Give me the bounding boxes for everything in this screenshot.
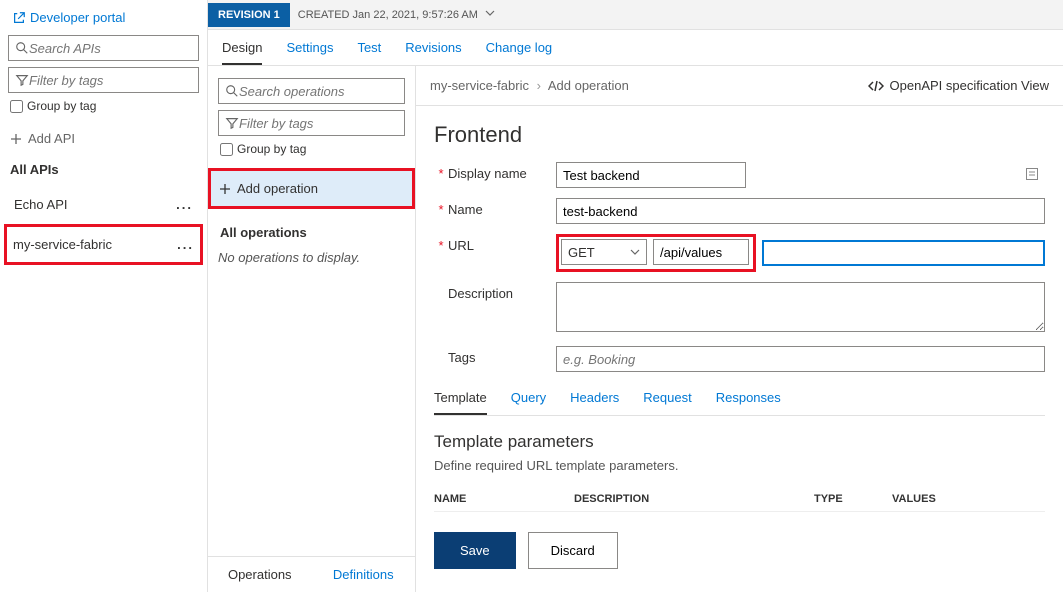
breadcrumb: my-service-fabric › Add operation [430, 78, 629, 93]
label-url: URL [448, 234, 556, 253]
revision-bar: REVISION 1 CREATED Jan 22, 2021, 9:57:26… [208, 0, 1063, 30]
openapi-spec-label: OpenAPI specification View [890, 78, 1049, 93]
col-type: TYPE [814, 493, 892, 505]
search-operations-input[interactable] [239, 84, 398, 99]
all-apis-header: All APIs [10, 162, 199, 177]
discard-button[interactable]: Discard [528, 532, 618, 569]
subtab-headers[interactable]: Headers [570, 382, 619, 415]
filter-ops-tags-box[interactable] [218, 110, 405, 136]
col-values: VALUES [892, 493, 970, 505]
add-operation-button[interactable]: Add operation [211, 171, 412, 206]
label-description: Description [448, 282, 556, 301]
tab-operations[interactable]: Operations [208, 557, 312, 592]
subtab-request[interactable]: Request [643, 382, 691, 415]
api-item-echo[interactable]: Echo API ... [8, 187, 199, 222]
tab-design[interactable]: Design [222, 40, 262, 65]
frontend-subtabs: Template Query Headers Request Responses [434, 382, 1045, 416]
search-icon [225, 84, 239, 98]
footer-buttons: Save Discard [434, 532, 1045, 569]
api-item-label: Echo API [14, 197, 67, 212]
openapi-spec-view[interactable]: OpenAPI specification View [868, 78, 1049, 93]
tags-input[interactable] [556, 346, 1045, 372]
plus-icon [10, 133, 22, 145]
search-operations-box[interactable] [218, 78, 405, 104]
more-icon[interactable]: ... [176, 197, 193, 212]
operations-bottom-tabs: Operations Definitions [208, 556, 415, 592]
group-by-tag-checkbox[interactable] [10, 100, 23, 113]
url-path-input-inner[interactable] [653, 239, 749, 265]
template-params-header-row: NAME DESCRIPTION TYPE VALUES [434, 487, 1045, 512]
operations-sidebar: Group by tag Add operation All operation… [208, 66, 416, 592]
main-panel: my-service-fabric › Add operation OpenAP… [416, 66, 1063, 592]
api-item-label: my-service-fabric [13, 237, 112, 252]
api-sidebar: Developer portal Group by tag Add API Al… [0, 0, 208, 592]
http-method-select[interactable]: GET [561, 239, 647, 265]
label-name: Name [448, 198, 556, 217]
tab-revisions[interactable]: Revisions [405, 40, 461, 65]
group-by-tag-row[interactable]: Group by tag [10, 99, 199, 113]
display-name-input[interactable] [556, 162, 746, 188]
url-highlight-box: GET [556, 234, 756, 272]
breadcrumb-current: Add operation [548, 78, 629, 93]
search-apis-box[interactable] [8, 35, 199, 61]
tab-changelog[interactable]: Change log [486, 40, 553, 65]
plus-icon [219, 183, 231, 195]
subtab-query[interactable]: Query [511, 382, 546, 415]
group-ops-by-tag-label: Group by tag [237, 142, 306, 156]
developer-portal-link[interactable]: Developer portal [12, 10, 125, 25]
no-operations-text: No operations to display. [218, 250, 405, 265]
url-path-input[interactable] [762, 240, 1045, 266]
revision-badge: REVISION 1 [208, 3, 290, 27]
tab-test[interactable]: Test [357, 40, 381, 65]
template-params-heading: Template parameters [434, 432, 1045, 452]
name-input[interactable] [556, 198, 1045, 224]
developer-portal-label: Developer portal [30, 10, 125, 25]
main-tabs: Design Settings Test Revisions Change lo… [208, 30, 1063, 66]
filter-icon [15, 73, 29, 87]
label-display-name: Display name [448, 162, 556, 181]
save-button[interactable]: Save [434, 532, 516, 569]
form-icon [1025, 167, 1039, 181]
subtab-responses[interactable]: Responses [716, 382, 781, 415]
revision-created: CREATED Jan 22, 2021, 9:57:26 AM [290, 8, 503, 21]
code-icon [868, 79, 884, 93]
subtab-template[interactable]: Template [434, 382, 487, 415]
filter-icon [225, 116, 239, 130]
tab-definitions[interactable]: Definitions [312, 557, 416, 592]
filter-tags-input[interactable] [29, 73, 192, 88]
search-icon [15, 41, 29, 55]
external-link-icon [12, 11, 26, 25]
label-tags: Tags [448, 346, 556, 365]
required-marker: * [434, 162, 448, 181]
group-ops-by-tag-checkbox[interactable] [220, 143, 233, 156]
filter-ops-tags-input[interactable] [239, 116, 398, 131]
http-method-value: GET [568, 245, 595, 260]
required-marker: * [434, 198, 448, 217]
group-by-tag-label: Group by tag [27, 99, 96, 113]
filter-tags-box[interactable] [8, 67, 199, 93]
add-api-button[interactable]: Add API [8, 125, 199, 152]
api-item-service-fabric[interactable]: my-service-fabric ... [4, 224, 203, 265]
add-operation-label: Add operation [237, 181, 318, 196]
more-icon[interactable]: ... [177, 237, 194, 252]
chevron-down-icon [630, 247, 640, 257]
col-name: NAME [434, 493, 574, 505]
add-api-label: Add API [28, 131, 75, 146]
all-operations-header: All operations [220, 225, 405, 240]
frontend-heading: Frontend [434, 122, 1045, 148]
description-textarea[interactable] [556, 282, 1045, 332]
template-params-sub: Define required URL template parameters. [434, 458, 1045, 473]
required-marker: * [434, 234, 448, 253]
tab-settings[interactable]: Settings [286, 40, 333, 65]
col-description: DESCRIPTION [574, 493, 814, 505]
search-apis-input[interactable] [29, 41, 192, 56]
chevron-down-icon[interactable] [485, 8, 495, 18]
group-ops-by-tag-row[interactable]: Group by tag [220, 142, 405, 156]
breadcrumb-api[interactable]: my-service-fabric [430, 78, 529, 93]
